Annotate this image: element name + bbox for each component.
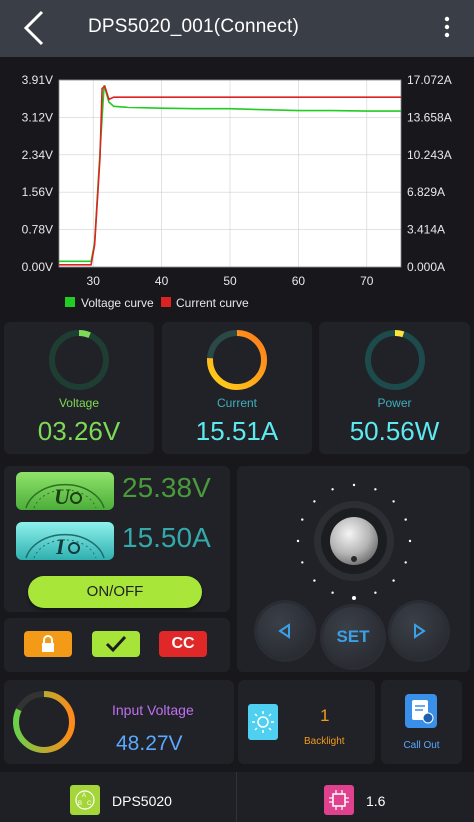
- set-button[interactable]: SET: [323, 607, 383, 667]
- y-right-tick-label: 6.829A: [407, 185, 445, 199]
- call-out-icon-box: [405, 694, 437, 728]
- knob-dot: [301, 518, 304, 521]
- knob-dot: [392, 579, 395, 582]
- set-voltage-button[interactable]: U: [16, 472, 114, 510]
- knob-dot: [313, 500, 316, 503]
- document-chart-icon: [412, 700, 434, 724]
- y-right-tick-label: 17.072A: [407, 73, 452, 87]
- svg-text:C: C: [87, 801, 92, 807]
- lock-button[interactable]: [24, 631, 72, 657]
- set-voltage-value[interactable]: 25.38V: [122, 472, 211, 504]
- svg-text:U: U: [54, 484, 71, 509]
- knob-dot: [404, 518, 407, 521]
- set-current-button[interactable]: I: [16, 522, 114, 560]
- lock-icon: [42, 635, 54, 652]
- abc-device-icon: A B C: [75, 790, 95, 810]
- backlight-icon-box: [248, 704, 278, 740]
- input-voltage-label: Input Voltage: [112, 702, 194, 718]
- confirm-button[interactable]: [92, 631, 140, 657]
- svg-text:I: I: [55, 534, 66, 559]
- legend-voltage-label: Voltage curve: [81, 296, 154, 310]
- set-current-value[interactable]: 15.50A: [122, 522, 211, 554]
- voltage-value: 03.26V: [37, 416, 121, 446]
- x-tick-label: 60: [292, 274, 306, 288]
- current-ring: [207, 330, 267, 390]
- y-left-tick-label: 3.91V: [22, 73, 53, 87]
- y-left-tick-label: 1.56V: [22, 185, 53, 199]
- current-panel: Current 15.51A: [162, 322, 312, 454]
- firmware-chip-icon: [329, 790, 349, 810]
- svg-text:B: B: [78, 801, 82, 807]
- input-voltage-value: 48.27V: [116, 732, 183, 755]
- backlight-value: 1: [320, 706, 330, 725]
- power-ring: [365, 330, 425, 390]
- knob-dot: [331, 591, 334, 594]
- power-panel: Power 50.56W: [319, 322, 470, 454]
- bottom-divider: [236, 772, 237, 822]
- page-title: DPS5020_001(Connect): [88, 16, 300, 37]
- arrow-right-icon: [414, 623, 426, 639]
- cc-mode-button[interactable]: CC: [159, 631, 207, 657]
- backlight-panel[interactable]: 1 Backlight: [238, 680, 375, 764]
- x-tick-label: 40: [155, 274, 169, 288]
- firmware-button[interactable]: [324, 785, 354, 815]
- rotary-knob-icon[interactable]: [289, 478, 419, 608]
- voltage-gauge-icon: U: [25, 483, 105, 509]
- y-left-tick-label: 2.34V: [22, 148, 53, 162]
- decrease-button[interactable]: [257, 603, 313, 659]
- checkmark-icon: [105, 635, 127, 653]
- current-value: 15.51A: [195, 416, 279, 446]
- arrow-left-icon: [278, 623, 290, 639]
- legend-current-swatch: [161, 297, 171, 307]
- input-voltage-panel: Input Voltage 48.27V: [4, 680, 234, 764]
- x-tick-label: 30: [87, 274, 101, 288]
- voltage-label: Voltage: [58, 396, 100, 410]
- y-left-tick-label: 0.00V: [22, 260, 53, 274]
- back-chevron-icon[interactable]: [14, 10, 54, 46]
- cc-mode-label: CC: [171, 635, 195, 652]
- call-out-panel[interactable]: Call Out: [381, 680, 462, 764]
- y-left-tick-label: 0.78V: [22, 223, 53, 237]
- voltage-current-chart: 3.91V 3.12V 2.34V 1.56V 0.78V 0.00V 17.072A 13.…: [22, 73, 452, 310]
- power-value: 50.56W: [349, 416, 440, 446]
- knob-dot: [408, 539, 412, 543]
- knob-dot: [301, 561, 304, 564]
- svg-text:A: A: [82, 793, 86, 799]
- y-left-tick-label: 3.12V: [22, 110, 53, 124]
- sun-icon: [252, 711, 274, 733]
- power-label: Power: [377, 396, 412, 410]
- on-off-button[interactable]: ON/OFF: [28, 576, 202, 608]
- x-tick-label: 50: [223, 274, 237, 288]
- device-name: DPS5020: [112, 793, 172, 809]
- knob-dot: [296, 539, 300, 543]
- voltage-panel: Voltage 03.26V: [4, 322, 154, 454]
- legend-current-label: Current curve: [176, 296, 249, 310]
- call-out-label: Call Out: [403, 740, 440, 751]
- y-right-tick-label: 10.243A: [407, 148, 452, 162]
- x-tick-label: 70: [360, 274, 374, 288]
- legend-voltage-swatch: [65, 297, 75, 307]
- knob-panel: SET: [237, 466, 470, 672]
- input-voltage-ring: [13, 691, 75, 753]
- y-right-tick-label: 0.000A: [407, 260, 445, 274]
- knob-dot: [313, 579, 316, 582]
- y-right-tick-label: 13.658A: [407, 110, 452, 124]
- backlight-label: Backlight: [304, 736, 345, 747]
- y-right-tick-label: 3.414A: [407, 223, 445, 237]
- set-label: SET: [336, 627, 370, 646]
- knob-dot: [374, 591, 377, 594]
- firmware-version: 1.6: [366, 793, 386, 809]
- knob-dot: [374, 488, 377, 491]
- increase-button[interactable]: [391, 603, 447, 659]
- current-label: Current: [216, 396, 257, 410]
- current-gauge-icon: I: [25, 533, 105, 559]
- knob-dot: [392, 500, 395, 503]
- kebab-menu-icon[interactable]: [440, 14, 454, 40]
- knob-dot: [331, 488, 334, 491]
- voltage-ring: [49, 330, 109, 390]
- controls-panel: CC: [4, 618, 230, 672]
- knob-dot: [352, 483, 356, 487]
- knob-dot: [404, 561, 407, 564]
- device-button[interactable]: A B C: [70, 785, 100, 815]
